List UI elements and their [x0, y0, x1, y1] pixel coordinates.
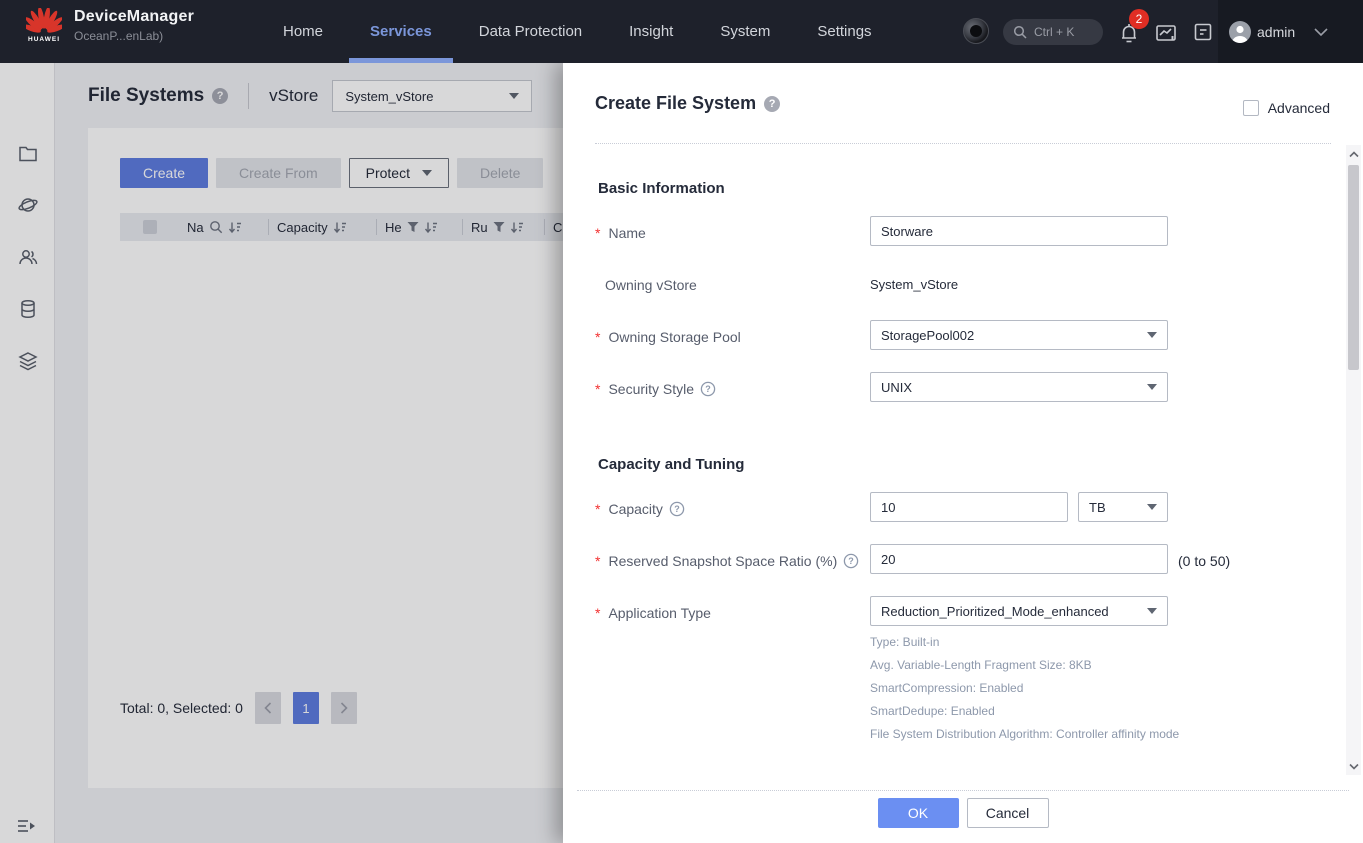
nav-services[interactable]: Services: [370, 0, 432, 63]
snapshot-ratio-range-hint: (0 to 50): [1178, 553, 1230, 569]
main-nav: Home Services Data Protection Insight Sy…: [283, 0, 872, 63]
app-type-detail: File System Distribution Algorithm: Cont…: [870, 727, 1179, 741]
required-marker: *: [595, 605, 600, 621]
nav-home[interactable]: Home: [283, 0, 323, 63]
section-basic-information: Basic Information: [598, 180, 725, 197]
notification-badge: 2: [1129, 9, 1149, 29]
snapshot-ratio-label: * Reserved Snapshot Space Ratio (%) ?: [595, 553, 859, 569]
required-marker: *: [595, 225, 600, 241]
svg-text:?: ?: [705, 384, 711, 394]
security-style-select[interactable]: UNIX: [870, 372, 1168, 402]
nav-settings[interactable]: Settings: [817, 0, 871, 63]
owning-vstore-label: Owning vStore: [595, 277, 697, 293]
nav-system[interactable]: System: [720, 0, 770, 63]
divider: [577, 790, 1349, 791]
search-shortcut: Ctrl + K: [1034, 25, 1074, 39]
required-marker: *: [595, 381, 600, 397]
name-input[interactable]: [870, 216, 1168, 246]
chevron-down-icon: [1147, 332, 1157, 338]
device-status-icon[interactable]: [963, 18, 989, 44]
advanced-checkbox[interactable]: [1243, 100, 1259, 116]
owning-storage-pool-label: * Owning Storage Pool: [595, 329, 741, 345]
divider: [595, 143, 1331, 144]
chevron-down-icon: [1313, 27, 1329, 37]
brand: HUAWEI DeviceManager OceanP...enLab): [24, 8, 194, 43]
top-navbar: HUAWEI DeviceManager OceanP...enLab) Hom…: [0, 0, 1363, 63]
huawei-logo-icon: HUAWEI: [24, 8, 64, 43]
document-list-icon: [1192, 21, 1214, 43]
application-type-select[interactable]: Reduction_Prioritized_Mode_enhanced: [870, 596, 1168, 626]
capacity-label: * Capacity ?: [595, 501, 685, 517]
nav-insight[interactable]: Insight: [629, 0, 673, 63]
advanced-toggle[interactable]: Advanced: [1243, 100, 1330, 116]
modal-overlay[interactable]: [0, 63, 563, 843]
chevron-down-icon: [1147, 504, 1157, 510]
scroll-down-button[interactable]: [1347, 759, 1360, 773]
app-type-detail: Avg. Variable-Length Fragment Size: 8KB: [870, 658, 1092, 672]
application-type-label: * Application Type: [595, 605, 711, 621]
avatar: [1229, 21, 1251, 43]
svg-text:?: ?: [849, 556, 855, 566]
chart-alert-icon: [1154, 21, 1178, 45]
help-outline-icon[interactable]: ?: [700, 381, 716, 397]
scrollbar-thumb[interactable]: [1348, 165, 1359, 370]
help-outline-icon[interactable]: ?: [843, 553, 859, 569]
panel-title: Create File System: [595, 93, 756, 114]
cancel-button[interactable]: Cancel: [967, 798, 1049, 828]
app-type-detail: SmartDedupe: Enabled: [870, 704, 995, 718]
ok-button[interactable]: OK: [878, 798, 959, 828]
chevron-down-icon: [1349, 763, 1359, 770]
section-capacity-tuning: Capacity and Tuning: [598, 456, 744, 473]
owning-vstore-value: System_vStore: [870, 277, 958, 292]
app-type-detail: SmartCompression: Enabled: [870, 681, 1023, 695]
help-outline-icon[interactable]: ?: [669, 501, 685, 517]
svg-text:?: ?: [674, 504, 680, 514]
scroll-up-button[interactable]: [1347, 147, 1360, 161]
search-icon: [1013, 25, 1027, 39]
name-label: * Name: [595, 225, 646, 241]
chevron-up-icon: [1349, 151, 1359, 158]
chevron-down-icon: [1147, 384, 1157, 390]
app-title: DeviceManager: [74, 8, 194, 26]
advanced-label: Advanced: [1268, 100, 1330, 116]
username: admin: [1257, 24, 1295, 40]
device-name: OceanP...enLab): [74, 29, 194, 43]
chevron-down-icon: [1147, 608, 1157, 614]
global-search-input[interactable]: Ctrl + K: [1003, 19, 1103, 45]
required-marker: *: [595, 329, 600, 345]
security-style-label: * Security Style ?: [595, 381, 716, 397]
required-marker: *: [595, 501, 600, 517]
snapshot-ratio-input[interactable]: [870, 544, 1168, 574]
create-file-system-panel: Create File System ? Advanced Basic Info…: [563, 63, 1363, 843]
user-menu[interactable]: admin: [1218, 0, 1363, 63]
person-icon: [1229, 21, 1251, 43]
nav-data-protection[interactable]: Data Protection: [479, 0, 582, 63]
panel-scrollbar[interactable]: [1346, 145, 1361, 775]
required-marker: *: [595, 553, 600, 569]
capacity-unit-select[interactable]: TB: [1078, 492, 1168, 522]
capacity-input[interactable]: [870, 492, 1068, 522]
performance-monitor-button[interactable]: [1154, 21, 1178, 45]
task-log-button[interactable]: [1192, 21, 1216, 45]
app-type-detail: Type: Built-in: [870, 635, 939, 649]
owning-storage-pool-select[interactable]: StoragePool002: [870, 320, 1168, 350]
huawei-wordmark: HUAWEI: [28, 36, 60, 43]
help-icon[interactable]: ?: [764, 96, 780, 112]
